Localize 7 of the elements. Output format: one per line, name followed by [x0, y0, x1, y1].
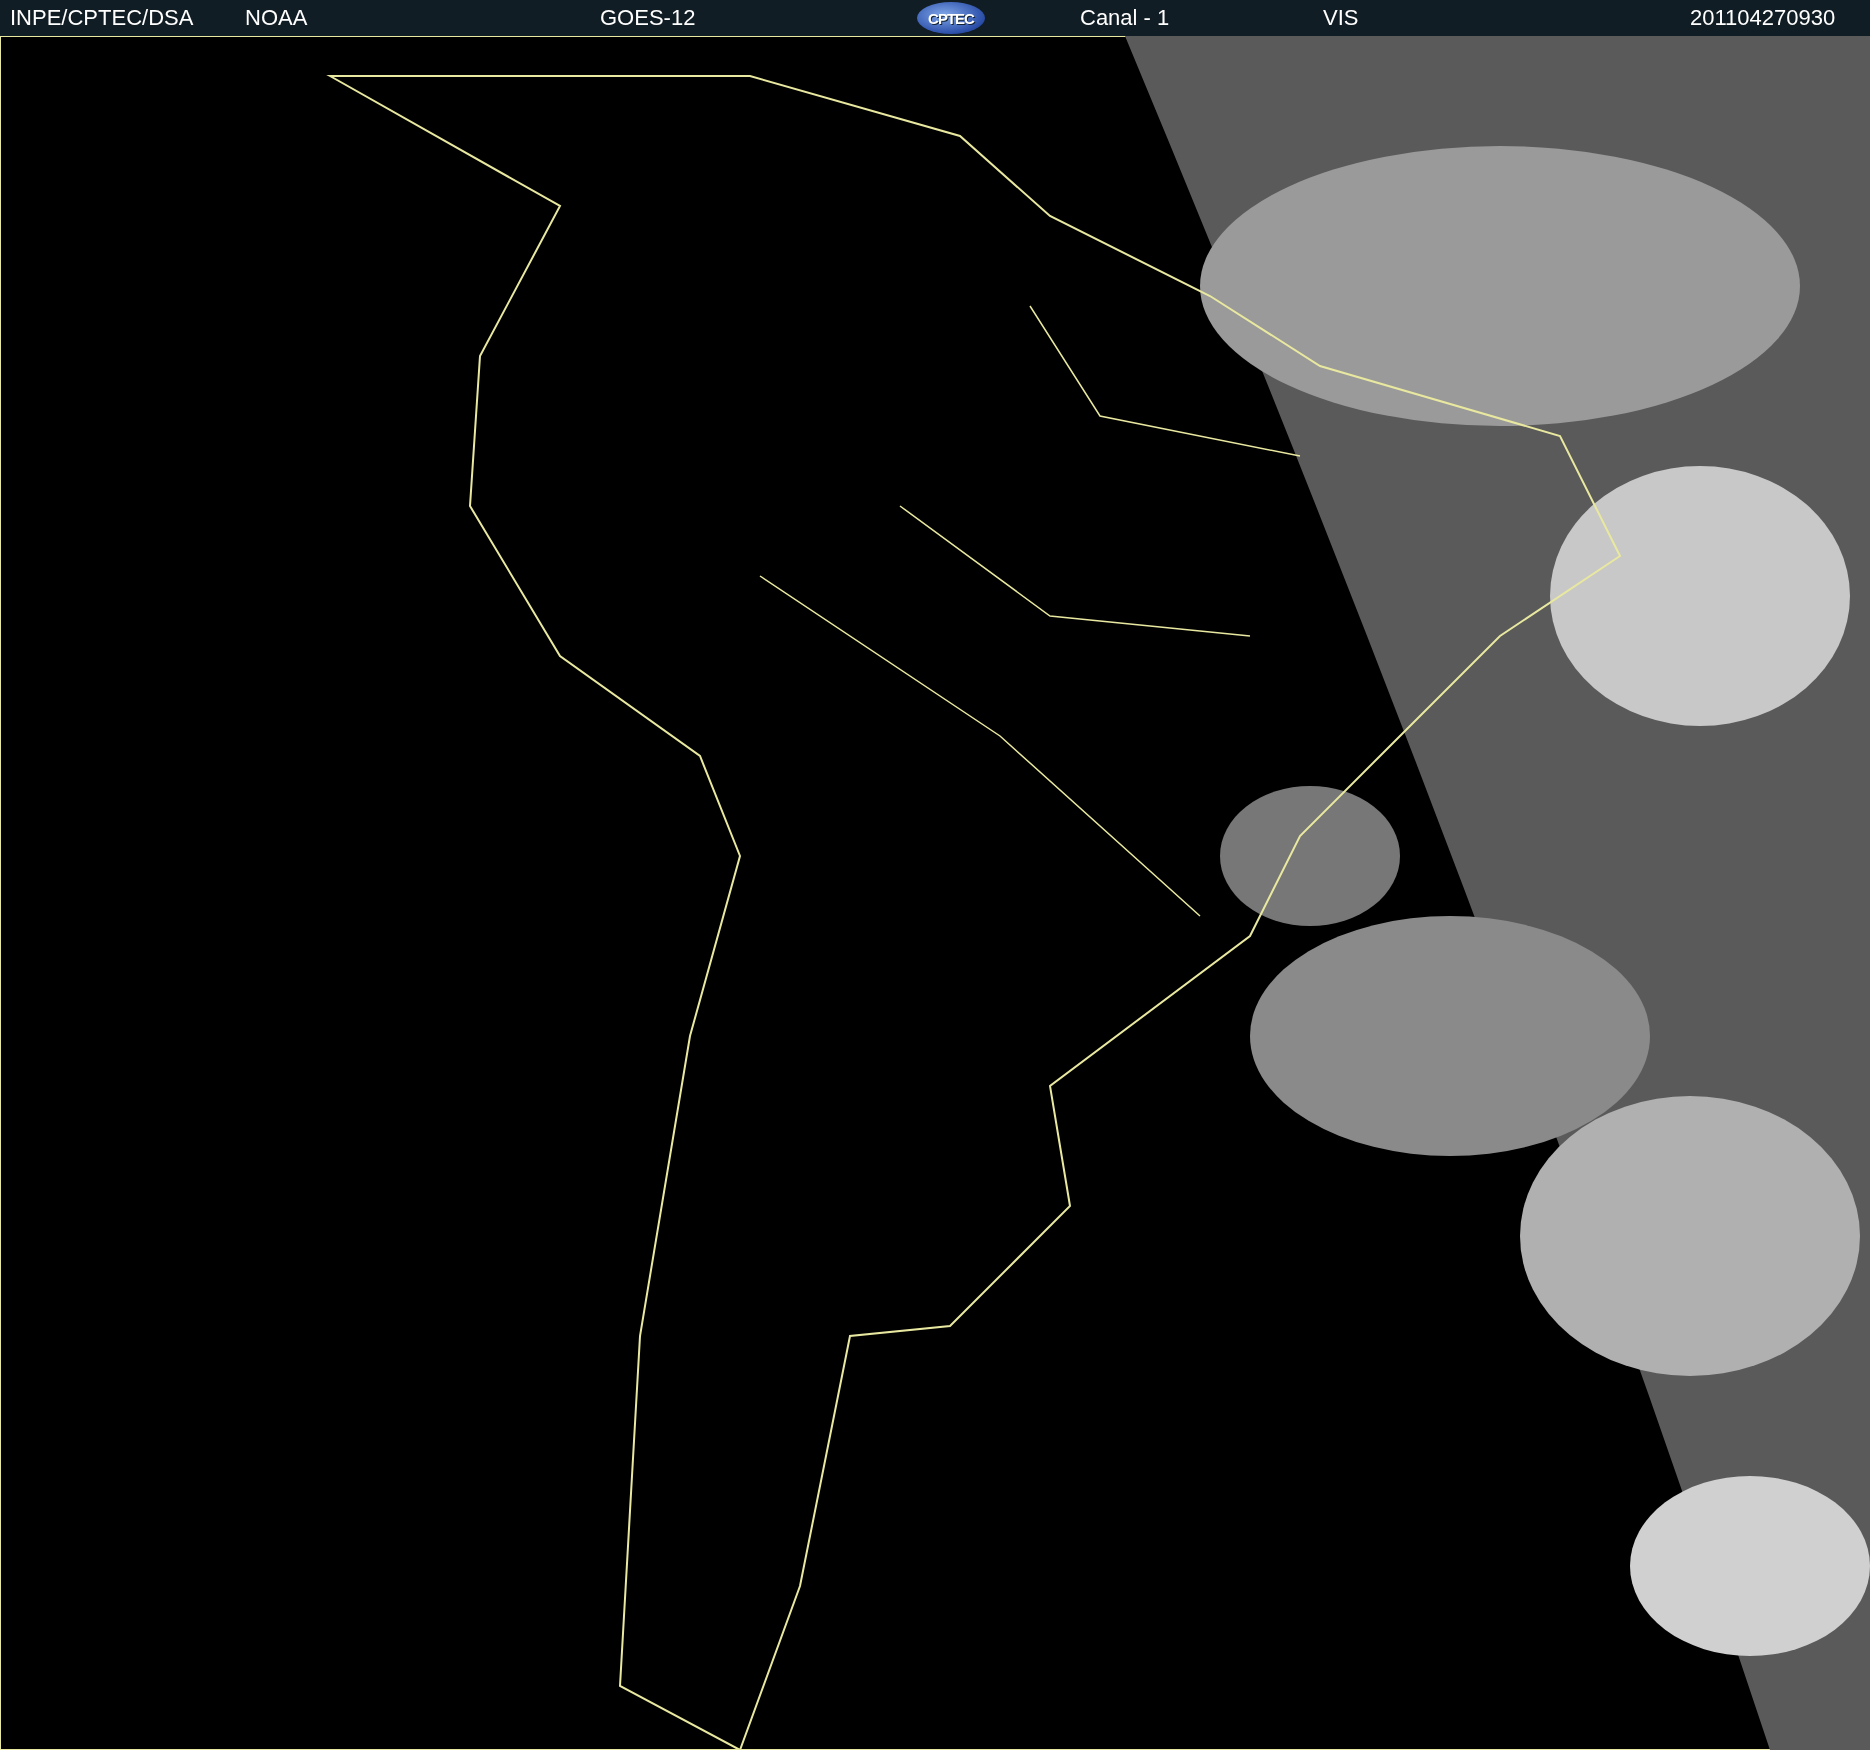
header-label: GOES-12	[600, 5, 696, 31]
header-label: VIS	[1323, 5, 1359, 31]
header-label: Canal - 1	[1080, 5, 1170, 31]
header-label: 201104270930	[1690, 5, 1836, 31]
header-label: INPE/CPTEC/DSA	[10, 5, 194, 31]
cptec-logo: CPTEC	[917, 2, 985, 34]
header-label: NOAA	[245, 5, 308, 31]
